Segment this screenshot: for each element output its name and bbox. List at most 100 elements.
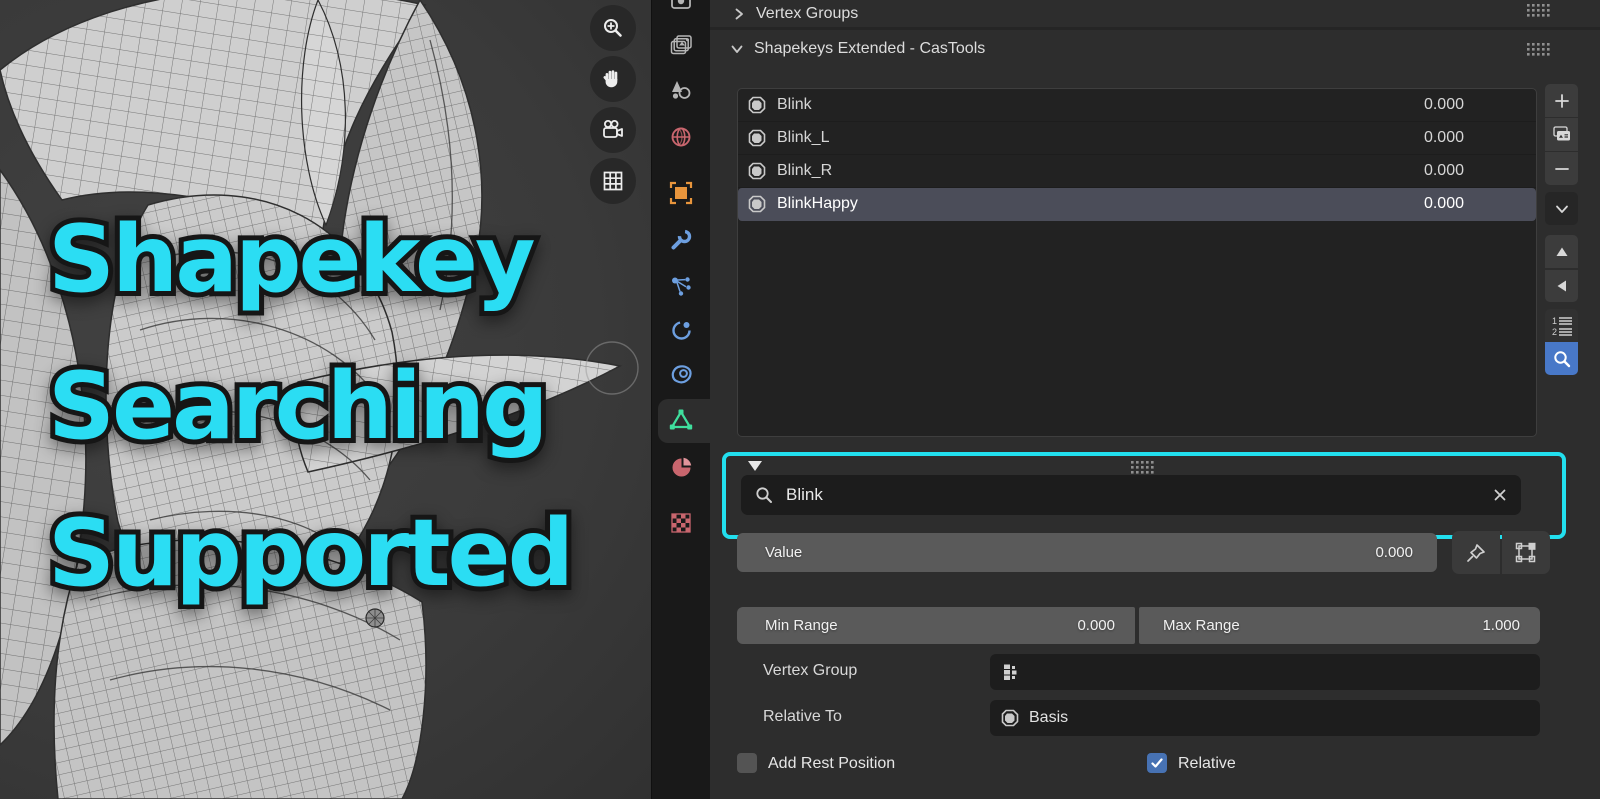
shapekey-value[interactable]: 0.000 <box>1404 96 1464 114</box>
physics-icon <box>671 320 691 340</box>
vertex-groups-title: Vertex Groups <box>756 4 859 22</box>
max-range-slider[interactable]: Max Range 1.000 <box>1139 607 1540 644</box>
vertex-group-label: Vertex Group <box>763 662 858 679</box>
viewport-3d[interactable]: Shapekey Searching Supported Shapekey Se… <box>0 0 652 799</box>
add-shapekey-button[interactable] <box>1545 84 1578 117</box>
list-search-toggle-button[interactable] <box>1545 342 1578 375</box>
chevron-down-icon <box>731 45 743 53</box>
relative-label[interactable]: Relative <box>1178 755 1236 773</box>
shapekey-row[interactable]: Blink_L 0.000 <box>738 122 1536 155</box>
vertex-group-field[interactable] <box>990 654 1540 690</box>
vertex-group-icon <box>1004 664 1017 680</box>
texture-checker-icon <box>671 513 691 533</box>
tab-object[interactable] <box>668 180 694 206</box>
scene-icon <box>672 81 691 99</box>
shapekey-value[interactable]: 0.000 <box>1404 129 1464 147</box>
shapekey-value[interactable]: 0.000 <box>1404 195 1464 213</box>
shapekey-icon <box>1001 709 1019 727</box>
shapekey-menu-button[interactable] <box>1545 192 1578 225</box>
edit-points-button[interactable] <box>1502 531 1550 574</box>
particles-icon <box>671 276 691 296</box>
search-subpanel-highlight <box>722 452 1566 539</box>
tab-world[interactable] <box>668 124 694 150</box>
sort-order-icon: 1 2 <box>1552 316 1572 337</box>
properties-panel: Vertex Groups Shapekeys Extended - CasTo… <box>710 0 1600 799</box>
triangle-up-icon <box>1556 247 1567 256</box>
shapekey-icon <box>748 129 766 147</box>
list-sort-button[interactable]: 1 2 <box>1545 309 1578 342</box>
relative-to-field[interactable]: Basis <box>990 700 1540 736</box>
shapekey-row[interactable]: Blink_R 0.000 <box>738 155 1536 188</box>
panel-divider <box>710 27 1600 30</box>
minus-icon <box>1554 167 1569 170</box>
pan-hand-icon <box>603 70 618 88</box>
tab-particles[interactable] <box>668 273 694 299</box>
shapekey-name: Blink_R <box>777 162 833 179</box>
value-number: 0.000 <box>1375 544 1413 561</box>
pin-button[interactable] <box>1452 531 1500 574</box>
viewport-nav-gizmos <box>590 5 636 209</box>
shapekeys-header[interactable]: Shapekeys Extended - CasTools <box>710 32 1600 66</box>
tab-scene[interactable] <box>668 77 694 103</box>
tab-object-data[interactable] <box>668 407 694 433</box>
blender-window: Shapekey Searching Supported Shapekey Se… <box>0 0 1600 799</box>
clear-search-icon[interactable] <box>1492 487 1508 503</box>
remove-shapekey-button[interactable] <box>1545 152 1578 185</box>
camera-view-button[interactable] <box>590 107 636 153</box>
svg-text:2: 2 <box>1552 327 1557 337</box>
tab-material[interactable] <box>668 454 694 480</box>
add-rest-position-label[interactable]: Add Rest Position <box>768 755 895 773</box>
tab-physics[interactable] <box>668 317 694 343</box>
relative-to-value: Basis <box>1029 709 1069 726</box>
tab-constraints[interactable] <box>668 361 694 387</box>
camera-icon <box>603 120 623 138</box>
min-range-value: 0.000 <box>1077 617 1115 634</box>
preset-card-icon <box>1552 125 1570 140</box>
vertex-groups-header[interactable]: Vertex Groups <box>710 0 1600 27</box>
shapekey-specials-button[interactable] <box>1545 117 1578 152</box>
value-slider[interactable]: Value 0.000 <box>737 533 1437 572</box>
relative-checkbox[interactable] <box>1147 753 1167 773</box>
subpanel-collapse-arrow[interactable] <box>748 461 762 471</box>
zoom-in-icon <box>604 19 622 37</box>
search-input[interactable] <box>784 484 1482 506</box>
chevron-right-icon <box>735 8 743 19</box>
zoom-button[interactable] <box>590 5 636 51</box>
panel-drag-handle[interactable] <box>1526 42 1550 56</box>
tab-view-layer[interactable] <box>668 32 694 58</box>
grid-view-button[interactable] <box>590 158 636 204</box>
pan-button[interactable] <box>590 56 636 102</box>
shapekey-search-field <box>741 475 1521 515</box>
chevron-down-icon <box>1555 205 1568 213</box>
edit-points-icon <box>1515 542 1536 562</box>
shapekey-list: Blink 0.000 Blink_L 0.000 Blink_R 0.000 … <box>737 88 1537 437</box>
shapekey-icon <box>748 96 766 114</box>
shapekey-row[interactable]: BlinkHappy 0.000 <box>738 188 1536 221</box>
search-icon <box>1553 350 1570 367</box>
panel-drag-handle[interactable] <box>1526 3 1550 17</box>
tab-texture[interactable] <box>668 510 694 536</box>
move-shapekey-up-button[interactable] <box>1545 235 1578 268</box>
add-rest-position-checkbox[interactable] <box>737 753 757 773</box>
object-icon <box>669 181 693 205</box>
svg-text:1: 1 <box>1552 316 1557 326</box>
view-layer-icon <box>670 35 692 55</box>
subpanel-drag-handle[interactable] <box>1130 460 1154 474</box>
max-range-value: 1.000 <box>1482 617 1520 634</box>
tab-render[interactable] <box>668 0 694 15</box>
move-shapekey-left-button[interactable] <box>1545 269 1578 302</box>
tab-modifiers[interactable] <box>668 227 694 253</box>
triangle-left-icon <box>1557 280 1566 292</box>
shapekey-name: Blink <box>777 96 812 113</box>
shapekey-row[interactable]: Blink 0.000 <box>738 89 1536 122</box>
modifier-wrench-icon <box>671 229 691 249</box>
checkmark-icon <box>1151 758 1163 768</box>
search-icon <box>756 487 772 503</box>
relative-to-label: Relative To <box>763 708 842 725</box>
shapekey-value[interactable]: 0.000 <box>1404 162 1464 180</box>
grid-icon <box>603 171 623 191</box>
render-icon <box>671 0 691 9</box>
mesh-data-icon <box>669 409 693 430</box>
min-range-slider[interactable]: Min Range 0.000 <box>737 607 1135 644</box>
shapekey-name: BlinkHappy <box>777 195 858 212</box>
